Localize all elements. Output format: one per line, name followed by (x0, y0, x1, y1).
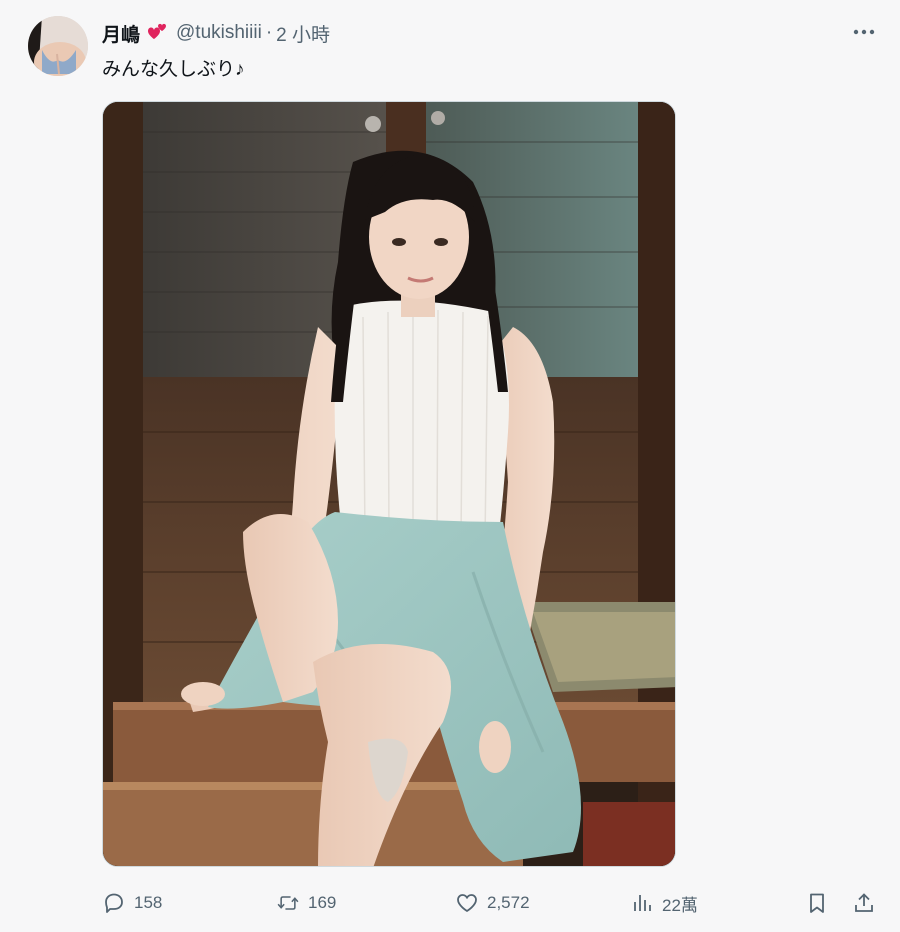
views-count: 22萬 (662, 895, 698, 915)
more-options-button[interactable] (850, 22, 878, 42)
retweet-button[interactable]: 169 (276, 888, 336, 918)
tweet-photo[interactable] (102, 101, 676, 867)
retweet-icon (276, 891, 300, 915)
retweet-count: 169 (308, 893, 337, 912)
share-icon (852, 891, 876, 915)
separator-dot: · (265, 22, 273, 43)
like-button[interactable]: 2,572 (455, 888, 530, 918)
tweet-card: 月嶋 @tukishiiii · 2 小時 みんな久しぶり♪ 158 169 2… (0, 0, 900, 932)
heart-icon (455, 891, 479, 915)
analytics-icon (630, 891, 654, 915)
tweet-text: みんな久しぶり♪ (102, 59, 245, 80)
two-hearts-icon (142, 22, 170, 44)
tweet-header: 月嶋 @tukishiiii · 2 小時 (102, 20, 330, 46)
like-count: 2,572 (487, 893, 530, 912)
share-button[interactable] (852, 888, 876, 918)
user-handle[interactable]: @tukishiiii (176, 22, 262, 44)
timestamp[interactable]: 2 小時 (276, 20, 330, 47)
display-name[interactable]: 月嶋 (102, 20, 140, 47)
more-dots-icon (853, 29, 875, 35)
reply-icon (102, 891, 126, 915)
bookmark-button[interactable] (805, 888, 829, 918)
action-bar: 158 169 2,572 22萬 (0, 888, 900, 918)
bookmark-icon (805, 891, 829, 915)
reply-count: 158 (134, 893, 163, 912)
views-button[interactable]: 22萬 (630, 888, 698, 918)
avatar[interactable] (28, 16, 88, 76)
reply-button[interactable]: 158 (102, 888, 162, 918)
